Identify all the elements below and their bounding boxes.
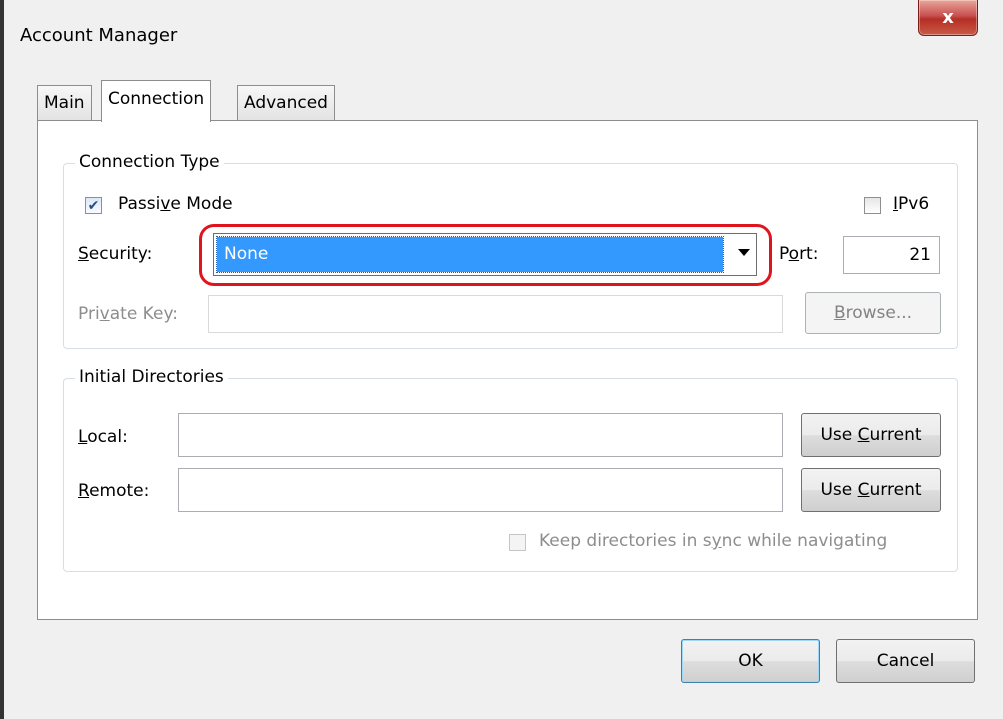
use-current-local-button[interactable]: Use Current <box>801 413 941 457</box>
port-input[interactable]: 21 <box>843 236 940 274</box>
security-label: Security: <box>78 244 153 264</box>
local-label: Local: <box>78 427 128 447</box>
use-current-remote-button[interactable]: Use Current <box>801 468 941 512</box>
security-selected-value: None <box>216 236 724 273</box>
remote-label: Remote: <box>78 481 150 501</box>
chevron-down-icon[interactable] <box>738 249 750 256</box>
ipv6-label[interactable]: IPv6 <box>893 194 929 214</box>
check-icon: ✔ <box>87 197 100 214</box>
ipv6-checkbox[interactable] <box>864 197 881 214</box>
private-key-label: Private Key: <box>78 304 178 324</box>
security-dropdown[interactable]: None <box>213 233 757 276</box>
local-directory-input[interactable] <box>178 413 783 457</box>
account-manager-dialog: Account Manager x Main Connection Advanc… <box>0 0 1003 719</box>
port-label: Port: <box>779 244 819 264</box>
browse-button[interactable]: Browse... <box>805 292 941 334</box>
passive-mode-label[interactable]: Passive Mode <box>118 194 233 214</box>
panel-content: Connection Type ✔ Passive Mode IPv6 Secu… <box>0 0 1003 719</box>
sync-directories-label[interactable]: Keep directories in sync while navigatin… <box>539 531 887 551</box>
sync-directories-checkbox[interactable] <box>509 534 526 551</box>
remote-directory-input[interactable] <box>178 468 783 512</box>
initial-directories-legend: Initial Directories <box>75 367 228 387</box>
private-key-input[interactable] <box>208 295 783 333</box>
passive-mode-checkbox[interactable]: ✔ <box>85 197 102 214</box>
connection-type-legend: Connection Type <box>75 152 224 172</box>
